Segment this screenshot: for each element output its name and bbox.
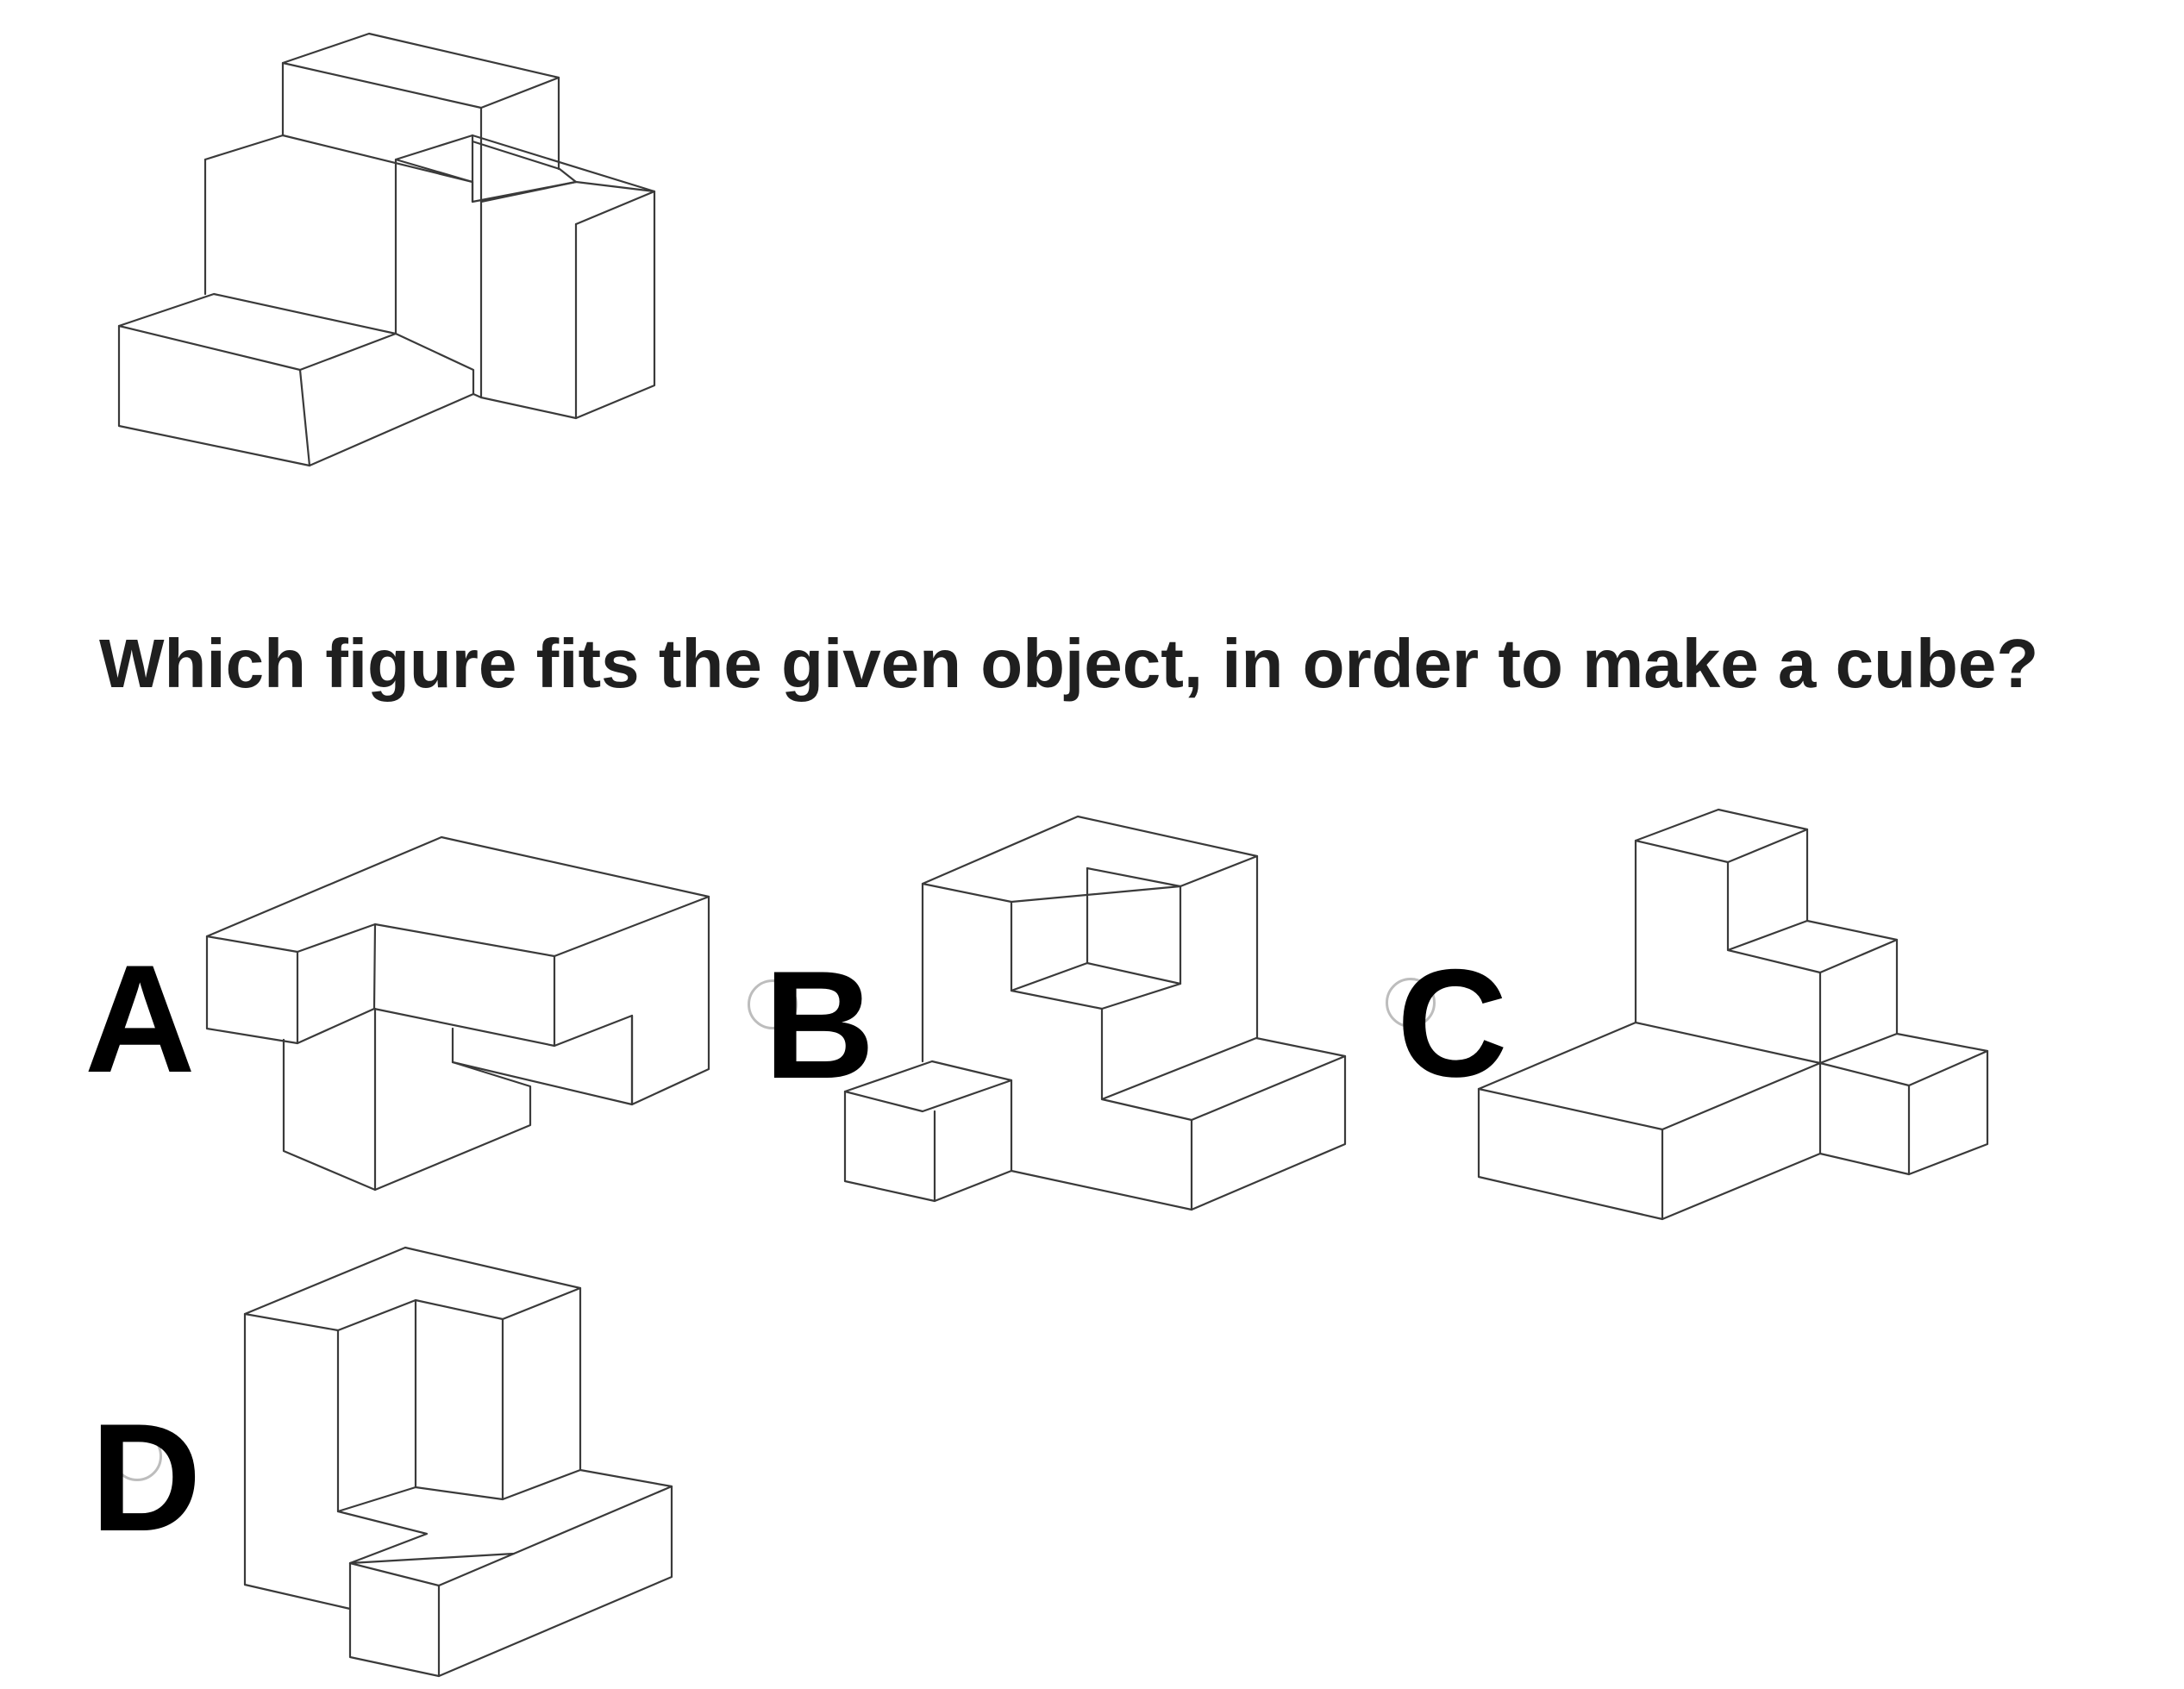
option-a-label: A (84, 933, 196, 1104)
option-d-label: D (91, 1392, 202, 1563)
option-b-figure (843, 815, 1347, 1211)
given-object-figure (117, 32, 656, 467)
option-b-label: B (764, 939, 875, 1110)
option-c-label: C (1397, 937, 1508, 1109)
option-a-figure (205, 835, 710, 1192)
option-c-figure (1477, 808, 1989, 1221)
puzzle-figures (117, 32, 1989, 1678)
option-d-figure (243, 1246, 673, 1678)
question-text: Which figure fits the given object, in o… (99, 625, 2039, 702)
